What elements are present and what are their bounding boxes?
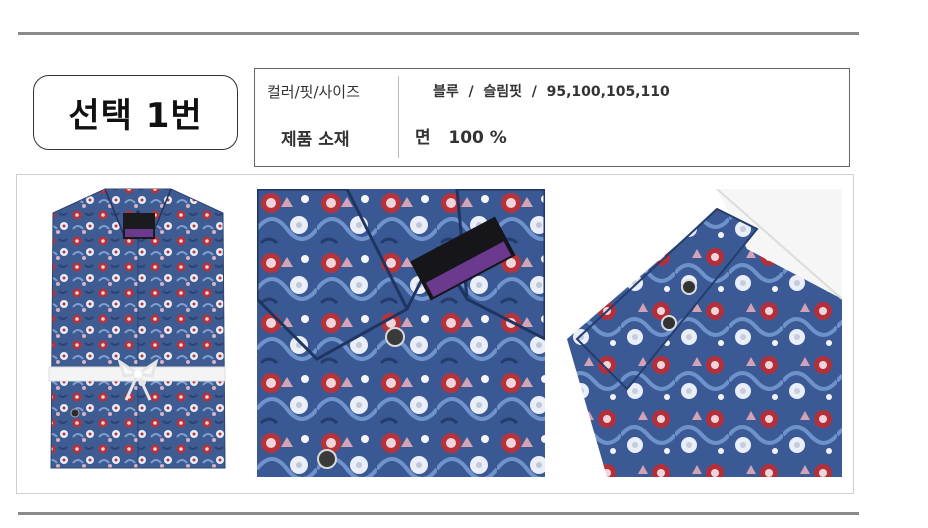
color-fit-size-label: 컬러/핏/사이즈	[267, 83, 360, 101]
color-fit-size-value: 블루 / 슬림핏 / 95,100,105,110	[433, 84, 670, 100]
collar-closeup-photo	[257, 189, 545, 477]
material-value: 면 100 %	[415, 128, 507, 148]
material-label: 제품 소재	[281, 130, 350, 150]
selection-badge: 선택 1번	[33, 75, 238, 150]
cuff-closeup-photo	[567, 189, 842, 477]
selection-title: 선택 1번	[68, 96, 203, 136]
bottom-divider	[18, 512, 859, 515]
folded-shirt-photo	[45, 183, 231, 473]
product-photo-strip	[16, 174, 854, 494]
spec-table: 컬러/핏/사이즈 제품 소재 블루 / 슬림핏 / 95,100,105,110…	[254, 68, 850, 167]
top-divider	[18, 32, 859, 35]
spec-column-divider	[398, 76, 399, 158]
